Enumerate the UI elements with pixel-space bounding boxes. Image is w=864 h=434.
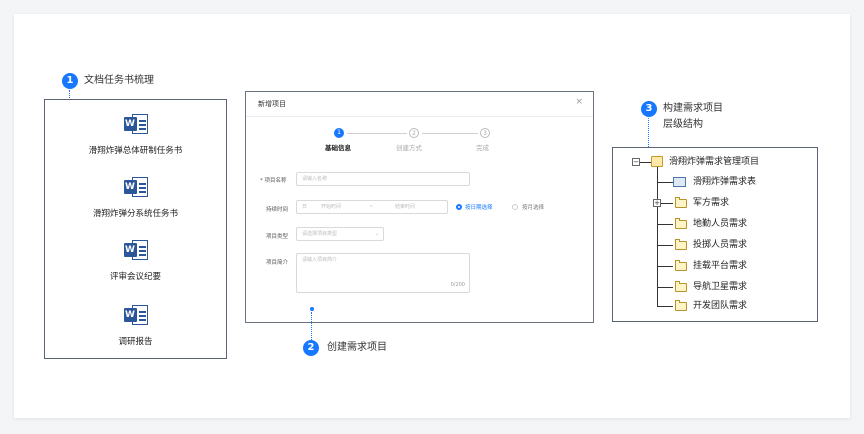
- step-2-badge: 2: [303, 340, 319, 356]
- folder-icon: [675, 239, 687, 250]
- tree-branch-line: [640, 162, 651, 163]
- tree-branch-line: [657, 306, 673, 307]
- wizard-step-2-label: 创建方式: [396, 144, 422, 152]
- expand-icon[interactable]: +: [653, 199, 661, 207]
- tree-branch-line: [657, 224, 673, 225]
- month-radio-label: 按月选择: [522, 205, 545, 211]
- month-radio[interactable]: [512, 204, 518, 210]
- folder-icon: [675, 197, 687, 208]
- document-label: 评审会议纪要: [109, 272, 161, 282]
- end-date: 结束时间: [395, 204, 416, 210]
- project-desc-placeholder: 请输入项目简介: [302, 257, 338, 263]
- wizard-step-1-label: 基础信息: [325, 144, 351, 152]
- step-2-connector: [311, 312, 312, 340]
- step-2-anchor-dot: [309, 307, 314, 311]
- tree-branch-line: [661, 203, 673, 204]
- word-document-icon: W: [123, 240, 148, 260]
- dialog-title: 新增项目: [258, 100, 286, 108]
- step-3-label-line2: 层级结构: [663, 119, 703, 130]
- close-icon[interactable]: ×: [575, 97, 583, 107]
- step-3-label: 构建需求项目: [663, 103, 723, 114]
- dialog-divider: [246, 116, 593, 117]
- folder-icon: [675, 281, 687, 292]
- tree-root-label[interactable]: 滑翔炸弹需求管理项目: [669, 156, 759, 168]
- chevron-down-icon: ⌄: [374, 231, 379, 237]
- tree-item-folder[interactable]: 地勤人员需求: [693, 218, 747, 230]
- project-type-placeholder: 请选择项目类型: [302, 231, 338, 237]
- project-name-input[interactable]: 请输入名称: [296, 172, 470, 186]
- tree-item-folder[interactable]: 军方需求: [693, 197, 729, 209]
- wizard-step-1-icon: 1: [334, 128, 344, 138]
- collapse-icon[interactable]: −: [632, 158, 640, 166]
- word-document-icon: W: [123, 177, 148, 197]
- tree-branch-line: [657, 182, 673, 183]
- date-range-input[interactable]: 日 开始时间 ~ 结束时间: [296, 200, 448, 214]
- word-document-icon: W: [123, 114, 148, 134]
- project-type-label: 项目类型: [266, 234, 289, 240]
- project-desc-textarea[interactable]: 请输入项目简介 0/200: [296, 253, 470, 293]
- project-root-icon: [651, 156, 663, 167]
- word-document-icon: W: [123, 305, 148, 325]
- table-icon: [673, 177, 686, 187]
- tree-branch-line: [657, 287, 673, 288]
- date-separator: ~: [369, 204, 374, 210]
- date-radio-label: 按日期选择: [465, 205, 493, 211]
- date-radio[interactable]: [456, 204, 462, 210]
- document-item[interactable]: W 滑翔炸弹总体研制任务书: [45, 114, 226, 156]
- char-count: 0/200: [450, 282, 465, 288]
- step-3-badge: 3: [641, 101, 657, 117]
- document-label: 滑翔炸弹分系统任务书: [92, 209, 178, 219]
- tree-trunk-line: [657, 167, 658, 306]
- wizard-step-2-icon: 2: [409, 128, 419, 138]
- tree-item-table[interactable]: 滑翔炸弹需求表: [693, 176, 756, 188]
- wizard-step-3-label: 完成: [476, 144, 489, 152]
- wizard-step-line: [422, 133, 478, 134]
- tree-item-folder[interactable]: 开发团队需求: [693, 300, 747, 312]
- tree-branch-line: [657, 266, 673, 267]
- step-1-label: 文档任务书梳理: [84, 75, 154, 86]
- duration-label: 持续时间: [266, 207, 289, 213]
- step-2-label: 创建需求项目: [327, 342, 387, 353]
- document-item[interactable]: W 滑翔炸弹分系统任务书: [45, 177, 226, 219]
- new-project-dialog: 新增项目 × 1 2 3 基础信息 创建方式 完成 * 项目名称 请输入名称 持…: [245, 91, 594, 323]
- wizard-step-line: [347, 133, 407, 134]
- project-name-label: * 项目名称: [260, 178, 287, 184]
- tree-item-folder[interactable]: 导航卫星需求: [693, 281, 747, 293]
- project-type-select[interactable]: 请选择项目类型 ⌄: [296, 227, 384, 241]
- folder-icon: [675, 260, 687, 271]
- document-item[interactable]: W 评审会议纪要: [45, 240, 226, 282]
- tree-item-folder[interactable]: 投掷人员需求: [693, 239, 747, 251]
- documents-panel: W 滑翔炸弹总体研制任务书 W 滑翔炸弹分系统任务书 W 评审会议纪要 W 调研…: [44, 99, 227, 359]
- project-desc-label: 项目简介: [266, 260, 289, 266]
- tree-item-folder[interactable]: 挂载平台需求: [693, 260, 747, 272]
- folder-icon: [675, 300, 687, 311]
- document-label: 滑翔炸弹总体研制任务书: [88, 146, 183, 156]
- folder-icon: [675, 218, 687, 229]
- start-date: 开始时间: [321, 204, 342, 210]
- calendar-icon: 日: [302, 204, 308, 210]
- wizard-step-3-icon: 3: [480, 128, 490, 138]
- document-item[interactable]: W 调研报告: [45, 305, 226, 347]
- step-1-badge: 1: [62, 73, 78, 89]
- tree-panel: − 滑翔炸弹需求管理项目 滑翔炸弹需求表 + 军方需求 地勤人员需求 投掷人员需…: [612, 147, 818, 322]
- document-label: 调研报告: [118, 337, 153, 347]
- tree-branch-line: [657, 245, 673, 246]
